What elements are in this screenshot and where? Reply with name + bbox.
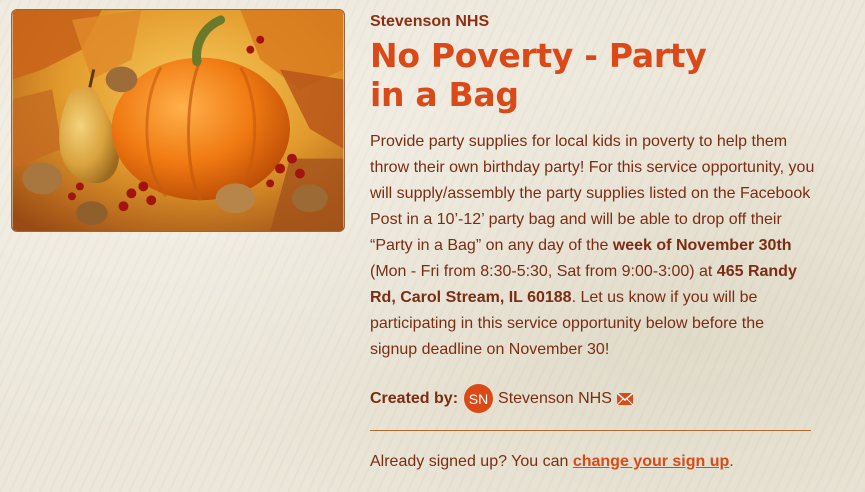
- avatar: SN: [464, 384, 494, 413]
- divider: [370, 430, 811, 431]
- organization-name: Stevenson NHS: [370, 13, 490, 30]
- created-by: Created by: SN Stevenson NHS: [370, 384, 815, 413]
- event-description: Provide party supplies for local kids in…: [370, 129, 815, 363]
- page-title: No Poverty - Party in a Bag: [370, 36, 707, 114]
- created-by-label: Created by:: [370, 389, 459, 407]
- creator-name: Stevenson NHS: [498, 389, 612, 407]
- already-signed-up-suffix: .: [729, 453, 734, 470]
- description-text: (Mon - Fri from 8:30-5:30, Sat from 9:00…: [370, 263, 717, 280]
- mail-icon[interactable]: [616, 392, 633, 405]
- already-signed-up: Already signed up? You can change your s…: [370, 452, 815, 472]
- event-image: [11, 9, 345, 232]
- change-sign-up-link[interactable]: change your sign up: [573, 453, 729, 470]
- event-details: Stevenson NHS No Poverty - Party in a Ba…: [370, 12, 815, 488]
- description-text: Provide party supplies for local kids in…: [370, 133, 815, 254]
- autumn-pumpkin-image: [12, 10, 344, 231]
- already-signed-up-text: Already signed up? You can: [370, 453, 573, 470]
- description-dates: week of November 30th: [612, 237, 792, 254]
